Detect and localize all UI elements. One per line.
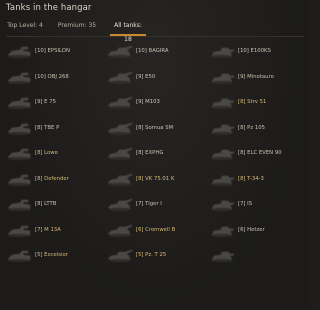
vehicle-label: [8] Lowe <box>35 150 58 156</box>
vehicle-card[interactable]: [5] Pz. T 25 <box>105 244 205 270</box>
vehicle-label: [6] Hetzer <box>238 226 265 233</box>
vehicle-label: [8] Strv 51 <box>238 99 267 105</box>
vehicle-card[interactable]: [8] EXPHG <box>105 142 205 168</box>
vehicle-label: [7] Tiger I <box>136 201 162 207</box>
vehicle-label: [8] VK 75.01 K <box>136 175 175 182</box>
vehicle-label: [5] Excelsior <box>35 252 68 258</box>
vehicle-label: [8] LTTB <box>35 201 57 207</box>
tank-silhouette-icon <box>107 223 133 238</box>
vehicle-card[interactable]: [10] EPSILON <box>4 40 103 66</box>
vehicle-card[interactable]: [7] M 13A <box>4 219 103 245</box>
vehicle-label: [6] Cromwell B <box>136 226 176 233</box>
vehicle-card[interactable]: [10] E100KS <box>207 40 306 66</box>
tab-all-tanks[interactable]: All tanks: 18 <box>110 19 146 43</box>
tank-silhouette-icon <box>107 172 133 187</box>
tank-silhouette-icon <box>209 44 235 59</box>
vehicle-label: [8] ELC EVEN 90 <box>238 150 282 156</box>
tank-silhouette-icon <box>6 44 32 59</box>
tank-silhouette-icon <box>209 146 235 161</box>
vehicle-card[interactable]: [9] M103 <box>105 91 205 117</box>
vehicle-card[interactable]: [8] TBE P <box>4 117 103 143</box>
tank-silhouette-icon <box>107 146 133 161</box>
vehicle-label: [10] BAGIRA <box>136 48 169 54</box>
vehicle-label: [8] T-34-3 <box>238 175 264 182</box>
tank-silhouette-icon <box>6 223 32 238</box>
tank-silhouette-icon <box>6 95 32 110</box>
vehicle-label: [7] IS <box>238 201 253 207</box>
tank-silhouette-icon <box>209 70 235 85</box>
vehicle-label: [7] M 13A <box>35 226 61 233</box>
tank-silhouette-icon <box>6 70 32 85</box>
tank-silhouette-icon <box>107 95 133 110</box>
vehicle-label: [8] Pz 105 <box>238 124 265 131</box>
tank-silhouette-icon <box>107 121 133 136</box>
tank-silhouette-icon <box>6 197 32 212</box>
vehicle-card[interactable]: [10] OBJ 268 <box>4 66 103 92</box>
tank-silhouette-icon <box>107 248 133 263</box>
vehicle-card[interactable]: [6] Cromwell B <box>105 219 205 245</box>
vehicle-label: [9] E50 <box>136 73 156 80</box>
vehicle-card[interactable]: [6] Hetzer <box>207 219 306 245</box>
tank-silhouette-icon <box>107 197 133 212</box>
vehicle-card[interactable]: [10] BAGIRA <box>105 40 205 66</box>
tank-silhouette-icon <box>209 172 235 187</box>
tank-silhouette-icon <box>6 248 32 263</box>
tank-silhouette-icon <box>107 44 133 59</box>
vehicle-card[interactable]: [9] E 75 <box>4 91 103 117</box>
tab-premium[interactable]: Premium: 35 <box>48 19 106 36</box>
vehicle-card[interactable]: [7] IS <box>207 193 306 219</box>
window-title: Tanks in the hangar <box>6 3 92 13</box>
vehicle-card[interactable]: [8] Pz 105 <box>207 117 306 143</box>
vehicle-grid: [10] EPSILON [10] BAGIRA [10] E100KS [10] O… <box>4 40 306 308</box>
vehicle-card[interactable]: [9] E50 <box>105 66 205 92</box>
vehicle-label: [10] E100KS <box>238 48 271 54</box>
tank-silhouette-icon <box>107 70 133 85</box>
tank-silhouette-icon <box>209 248 235 263</box>
vehicle-label: [8] EXPHG <box>136 150 164 156</box>
vehicle-label: [8] TBE P <box>35 124 60 131</box>
vehicle-card[interactable] <box>207 244 306 270</box>
vehicle-label: [8] Defender <box>35 175 69 182</box>
tank-silhouette-icon <box>209 121 235 136</box>
tank-silhouette-icon <box>209 95 235 110</box>
vehicle-card[interactable]: [8] VK 75.01 K <box>105 168 205 194</box>
vehicle-card[interactable]: [5] Excelsior <box>4 244 103 270</box>
vehicle-label: [9] M103 <box>136 99 160 105</box>
tank-silhouette-icon <box>6 146 32 161</box>
vehicle-card[interactable]: [7] Tiger I <box>105 193 205 219</box>
vehicle-label: [9] Minotauro <box>238 73 274 80</box>
vehicle-card[interactable]: [9] Minotauro <box>207 66 306 92</box>
vehicle-label: [5] Pz. T 25 <box>136 252 167 258</box>
vehicle-label: [10] OBJ 268 <box>35 73 69 80</box>
vehicle-label: [8] Somua SM <box>136 124 174 131</box>
vehicle-card[interactable]: [8] LTTB <box>4 193 103 219</box>
vehicle-card[interactable]: [8] T-34-3 <box>207 168 306 194</box>
tank-silhouette-icon <box>209 197 235 212</box>
vehicle-card[interactable]: [8] Lowe <box>4 142 103 168</box>
vehicle-card[interactable]: [8] Strv 51 <box>207 91 306 117</box>
hangar-window: Tanks in the hangar Top Level: 4 Premium… <box>0 0 310 310</box>
filter-tabs: Top Level: 4 Premium: 35 All tanks: 18 <box>6 19 304 43</box>
tank-silhouette-icon <box>6 121 32 136</box>
vehicle-card[interactable]: [8] Defender <box>4 168 103 194</box>
vehicle-label: [10] EPSILON <box>35 48 70 54</box>
tank-silhouette-icon <box>209 223 235 238</box>
tab-top-level[interactable]: Top Level: 4 <box>6 19 44 36</box>
vehicle-label: [9] E 75 <box>35 99 56 105</box>
vehicle-card[interactable]: [8] Somua SM <box>105 117 205 143</box>
tank-silhouette-icon <box>6 172 32 187</box>
vehicle-card[interactable]: [8] ELC EVEN 90 <box>207 142 306 168</box>
